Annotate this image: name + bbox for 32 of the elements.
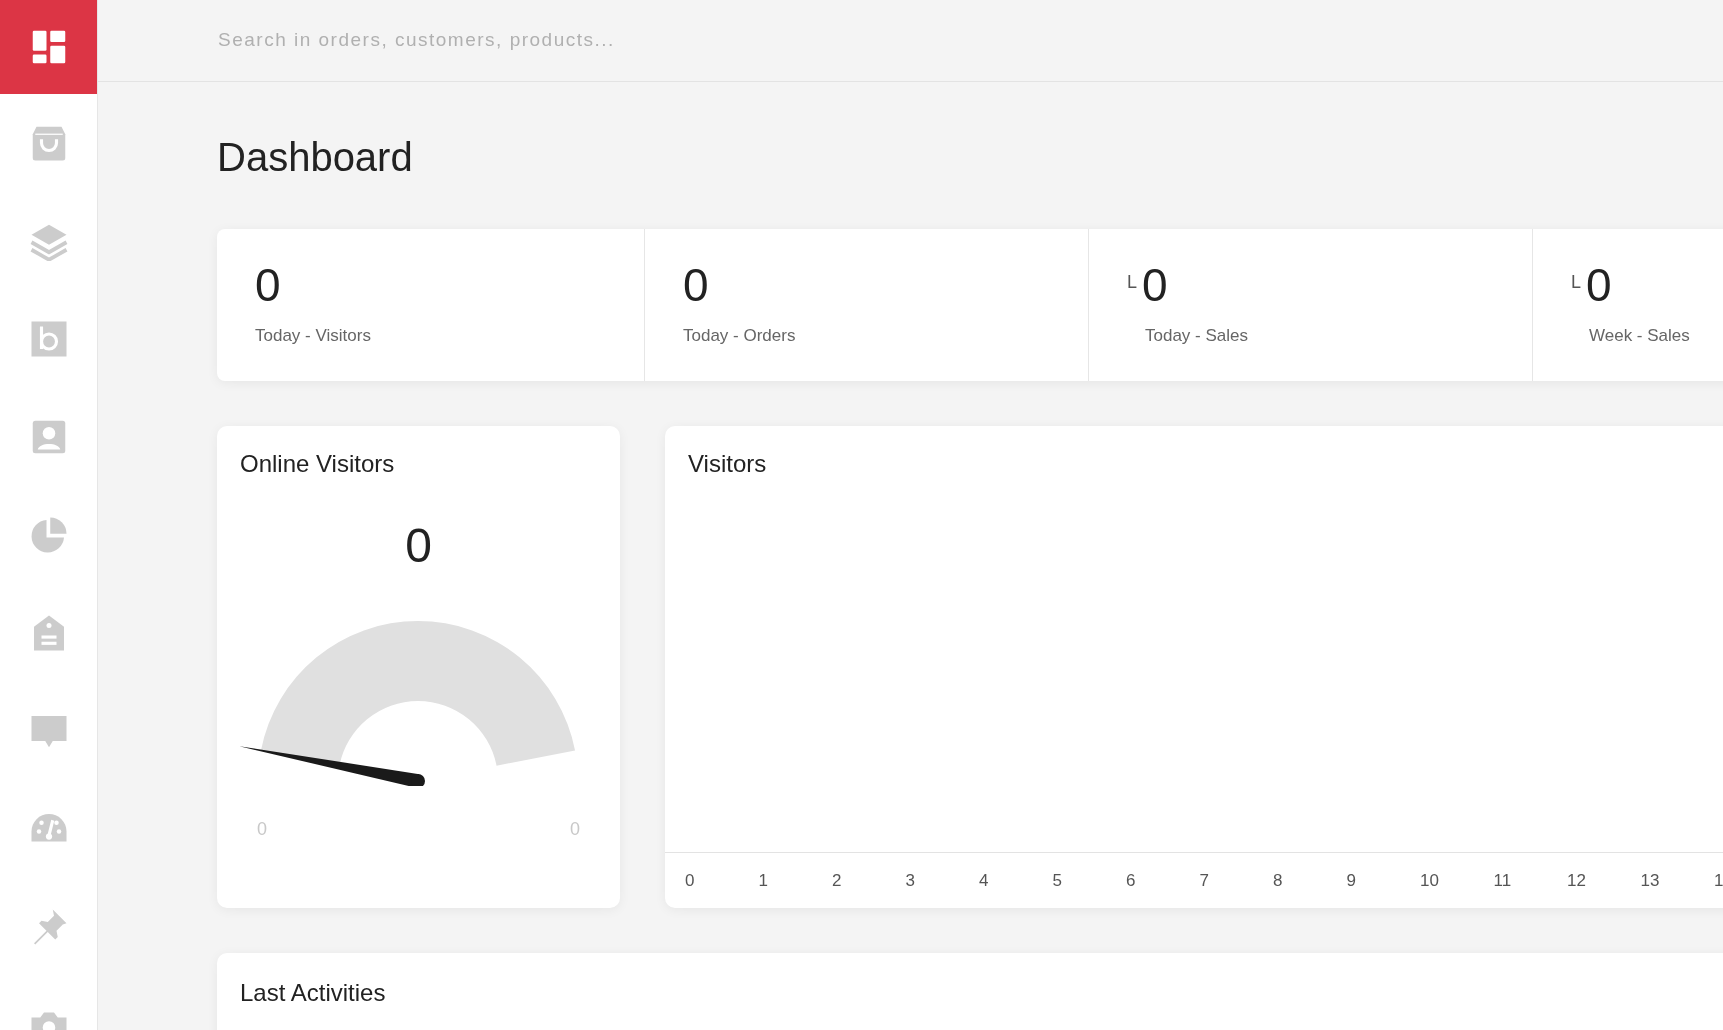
axis-label: 5 <box>1052 870 1062 890</box>
online-visitors-count: 0 <box>405 518 432 574</box>
axis-label: 0 <box>685 870 695 890</box>
axis-label: 1 <box>1714 870 1723 890</box>
card-title: Online Visitors <box>240 449 395 479</box>
currency-symbol: L <box>1127 271 1137 294</box>
axis-label: 4 <box>979 870 989 890</box>
axis-label: 8 <box>1273 870 1283 890</box>
axis-label: 12 <box>1567 870 1586 890</box>
axis-label: 3 <box>905 870 915 890</box>
axis-label: 11 <box>1493 870 1512 890</box>
axis-label: 9 <box>1346 870 1356 890</box>
currency-symbol: L <box>1571 271 1581 294</box>
stat-label: Today - Sales <box>1145 325 1248 347</box>
sidebar-item[interactable] <box>0 0 97 94</box>
stat-value: 0 <box>255 259 281 311</box>
axis-label: 7 <box>1199 870 1209 890</box>
stat-label: Week - Sales <box>1589 325 1690 347</box>
card-title: Visitors <box>688 449 767 479</box>
stat-label: Today - Orders <box>683 325 796 347</box>
stat-value: 0 <box>1142 259 1168 311</box>
page-title: Dashboard <box>217 134 413 181</box>
stat-value: 0 <box>1586 259 1612 311</box>
axis-label: 1 <box>758 870 768 890</box>
search-field[interactable]: Search in orders, customers, products... <box>218 26 918 55</box>
stat-label: Today - Visitors <box>255 325 371 347</box>
axis-label: 10 <box>1420 870 1439 890</box>
axis-label: 2 <box>832 870 842 890</box>
stat-value: 0 <box>683 259 709 311</box>
axis-label: 6 <box>1126 870 1136 890</box>
axis-label: 13 <box>1640 870 1660 890</box>
card-title: Last Activities <box>240 978 386 1008</box>
